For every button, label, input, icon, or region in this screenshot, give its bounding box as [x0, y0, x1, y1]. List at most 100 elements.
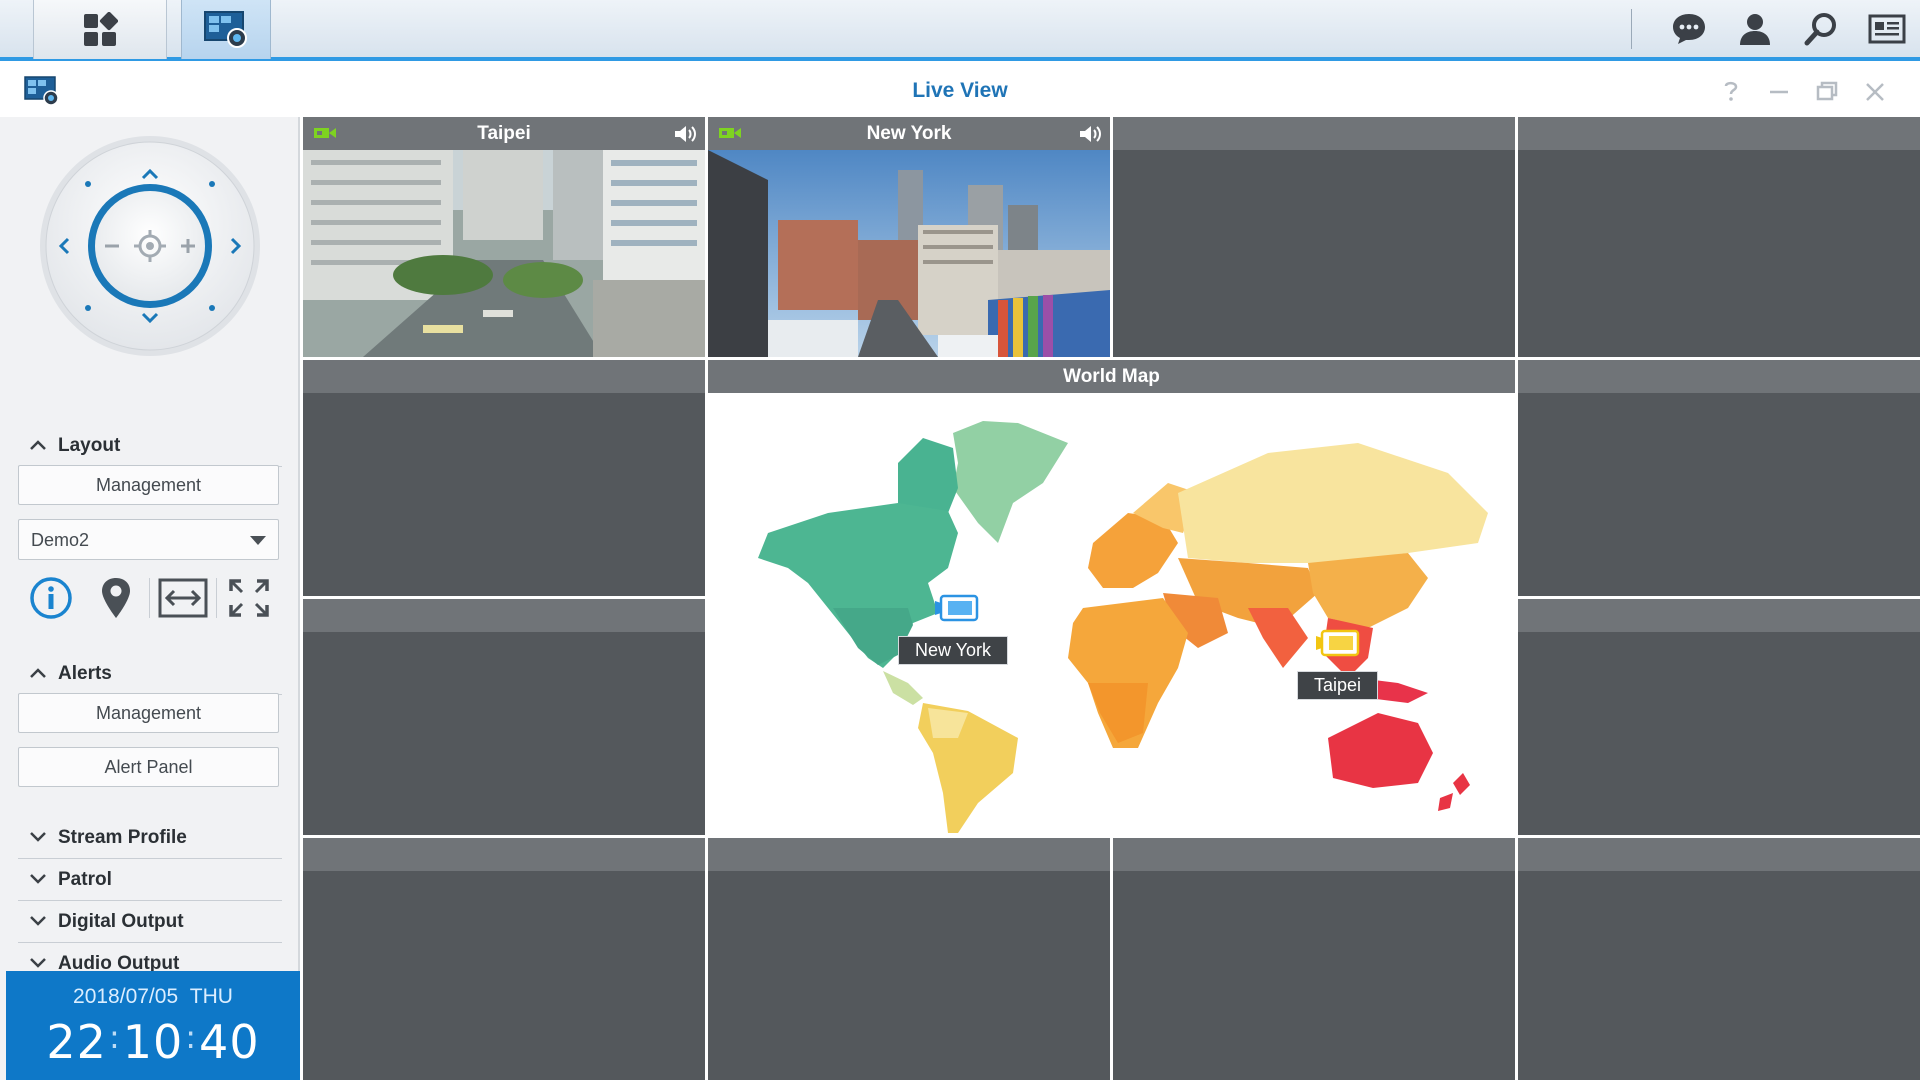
- search-icon: [1804, 12, 1836, 45]
- fit-width-icon: [158, 578, 208, 618]
- info-icon: [30, 577, 72, 619]
- minimize-icon: [1770, 90, 1788, 94]
- taskbar-right: [1631, 0, 1920, 57]
- empty-cell-r4c3[interactable]: [1113, 838, 1515, 1080]
- cell-header: [1518, 599, 1920, 632]
- alerts-section-header[interactable]: Alerts: [18, 653, 282, 695]
- cell-header: [303, 838, 705, 871]
- empty-cell-r4c2[interactable]: [708, 838, 1110, 1080]
- camera-cell-new-york[interactable]: New York: [708, 117, 1110, 357]
- layout-management-button[interactable]: Management: [18, 465, 279, 505]
- map-camera-marker-taipei[interactable]: [1314, 628, 1360, 658]
- cell-header: [1113, 117, 1515, 150]
- fullscreen-icon: [229, 579, 269, 617]
- search-button[interactable]: [1788, 0, 1854, 57]
- main-menu-button[interactable]: [33, 0, 167, 59]
- patrol-section-header[interactable]: Patrol: [18, 859, 282, 901]
- close-button[interactable]: [1860, 77, 1890, 107]
- map-title: World Map: [1063, 366, 1160, 387]
- restore-icon: [1816, 81, 1838, 101]
- location-button[interactable]: [84, 569, 150, 627]
- alerts-management-button[interactable]: Management: [18, 693, 279, 733]
- cell-header: [1518, 838, 1920, 871]
- chevron-down-icon: [18, 869, 58, 890]
- chevron-up-icon: [18, 663, 58, 684]
- cell-header: [1518, 117, 1920, 150]
- chevron-down-icon: [18, 827, 58, 848]
- fullscreen-button[interactable]: [217, 569, 283, 627]
- location-pin-icon: [102, 578, 131, 618]
- surveillance-station-taskbar-button[interactable]: [181, 0, 271, 59]
- digital-output-label: Digital Output: [58, 910, 184, 932]
- widgets-icon: [1868, 14, 1906, 43]
- caret-down-icon: [250, 536, 266, 545]
- camera-header: New York: [708, 117, 1110, 150]
- empty-cell-r3c4[interactable]: [1518, 599, 1920, 835]
- map-camera-marker-new-york[interactable]: [933, 593, 979, 623]
- taskbar: [0, 0, 1920, 61]
- widgets-button[interactable]: [1854, 0, 1920, 57]
- help-icon: [1724, 81, 1738, 101]
- speaker-icon[interactable]: [673, 124, 697, 144]
- clock-date-value: 2018/07/05: [73, 985, 179, 1008]
- world-map-cell[interactable]: World Map New York Taipei: [708, 360, 1515, 835]
- cell-header: [303, 360, 705, 393]
- stream-profile-section-header[interactable]: Stream Profile: [18, 817, 282, 859]
- clock-weekday: THU: [189, 985, 233, 1008]
- window-controls: [1716, 77, 1890, 107]
- map-marker-label-new-york[interactable]: New York: [898, 636, 1009, 665]
- close-icon: [1866, 83, 1884, 101]
- user-button[interactable]: [1722, 0, 1788, 57]
- taskbar-separator: [1631, 8, 1632, 49]
- chevron-up-icon: [18, 435, 58, 456]
- clock-minutes: 10: [122, 1015, 184, 1069]
- chevron-down-icon: [18, 911, 58, 932]
- empty-cell-r4c1[interactable]: [303, 838, 705, 1080]
- clock-panel: 2018/07/05 THU 22:10:40: [6, 971, 300, 1080]
- clock-date: 2018/07/05 THU: [6, 985, 300, 1009]
- help-button[interactable]: [1716, 77, 1746, 107]
- patrol-label: Patrol: [58, 868, 112, 890]
- camera-name: Taipei: [477, 123, 531, 144]
- live-view-grid: Taipei New York World Map New York Taipe…: [303, 117, 1920, 1080]
- camera-feed-taipei: [303, 150, 705, 357]
- layout-section-label: Layout: [58, 434, 121, 456]
- cell-header: [303, 599, 705, 632]
- empty-cell-r2c4[interactable]: [1518, 360, 1920, 596]
- window-header: Live View: [0, 65, 1920, 117]
- digital-output-section-header[interactable]: Digital Output: [18, 901, 282, 943]
- camera-cell-taipei[interactable]: Taipei: [303, 117, 705, 357]
- map-marker-label-taipei[interactable]: Taipei: [1297, 671, 1379, 700]
- empty-cell-r1c4[interactable]: [1518, 117, 1920, 357]
- chat-button[interactable]: [1656, 0, 1722, 57]
- ptz-control[interactable]: [38, 134, 262, 358]
- info-button[interactable]: [18, 569, 84, 627]
- user-icon: [1740, 13, 1770, 45]
- speaker-icon[interactable]: [1078, 124, 1102, 144]
- surveillance-app: Live View Layout Management Demo2 Alerts…: [0, 0, 1920, 1080]
- empty-cell-r2c1[interactable]: [303, 360, 705, 596]
- minimize-button[interactable]: [1764, 77, 1794, 107]
- clock-hours: 22: [46, 1015, 107, 1069]
- camera-feed-new-york: [708, 150, 1110, 357]
- world-map[interactable]: New York Taipei: [708, 393, 1515, 835]
- empty-cell-r1c3[interactable]: [1113, 117, 1515, 357]
- world-map-shapes: [758, 421, 1488, 833]
- restore-button[interactable]: [1812, 77, 1842, 107]
- main-menu-icon: [84, 11, 118, 46]
- alert-panel-button[interactable]: Alert Panel: [18, 747, 279, 787]
- cell-header: [708, 838, 1110, 871]
- window-title: Live View: [912, 79, 1008, 102]
- empty-cell-r3c1[interactable]: [303, 599, 705, 835]
- sidebar: Layout Management Demo2 Alerts Managemen…: [0, 117, 300, 1080]
- layout-select[interactable]: Demo2: [18, 519, 279, 560]
- chat-icon: [1673, 13, 1705, 44]
- camera-header: Taipei: [303, 117, 705, 150]
- stream-profile-label: Stream Profile: [58, 826, 187, 848]
- fit-width-button[interactable]: [150, 569, 216, 627]
- empty-cell-r4c4[interactable]: [1518, 838, 1920, 1080]
- layout-select-value: Demo2: [31, 530, 90, 550]
- map-header: World Map: [708, 360, 1515, 393]
- layout-section-header[interactable]: Layout: [18, 425, 282, 467]
- clock-time: 22:10:40: [46, 1015, 260, 1069]
